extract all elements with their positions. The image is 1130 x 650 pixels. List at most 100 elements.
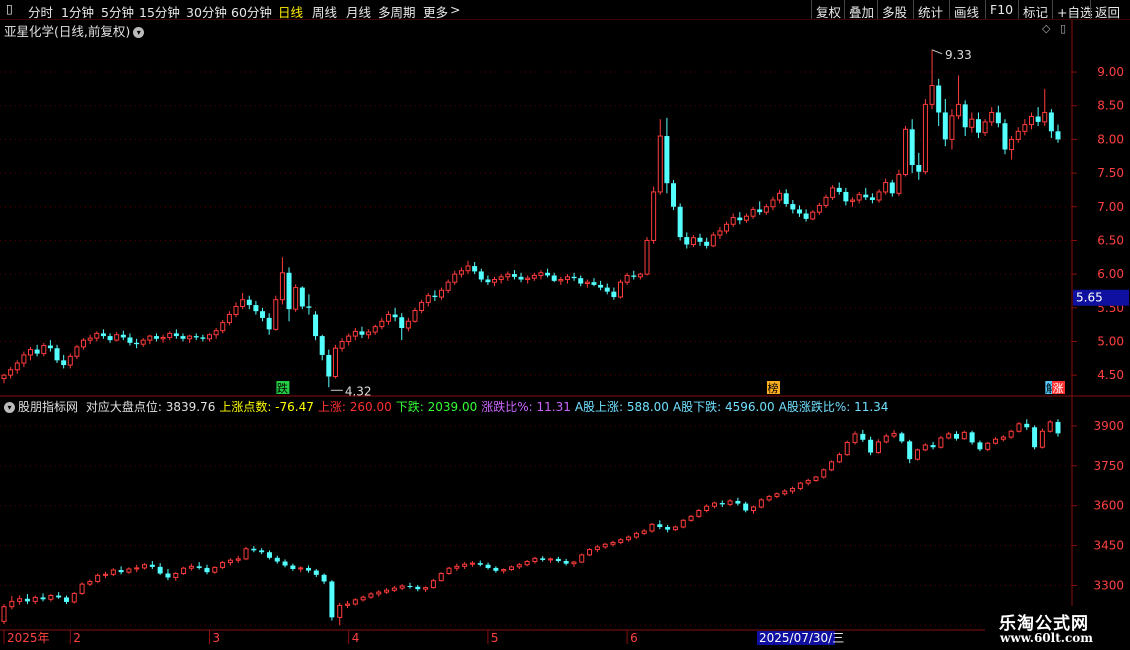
price-candle-body — [969, 118, 975, 128]
index-candle-body — [266, 552, 272, 558]
index-candle-body — [181, 567, 187, 574]
price-candle-body — [286, 272, 292, 310]
price-candle-body — [704, 241, 710, 246]
index-candle-body — [1055, 421, 1061, 434]
index-candle-body — [665, 526, 671, 530]
price-candle-body — [558, 279, 564, 282]
price-candle-body — [452, 273, 458, 283]
index-candle-body — [399, 585, 405, 589]
price-candle-body — [14, 362, 20, 371]
price-candle-body — [279, 272, 285, 301]
index-candle-body — [727, 500, 733, 505]
price-candle-body — [253, 305, 259, 312]
price-candle-body — [909, 129, 915, 166]
price-candle-body — [359, 331, 365, 335]
price-candle-body — [1002, 123, 1008, 150]
index-tick-label: 3300 — [1093, 578, 1124, 592]
index-candle-body — [477, 563, 483, 565]
price-candle-body — [81, 339, 87, 348]
price-candle-body — [1028, 116, 1034, 126]
price-candle-body — [180, 336, 186, 339]
index-candle-body — [79, 583, 85, 594]
index-candle-body — [540, 558, 546, 560]
price-tick-label: 4.50 — [1097, 368, 1124, 382]
price-candle-body — [664, 136, 670, 184]
price-candle-body — [432, 295, 438, 298]
index-candle-body — [1047, 421, 1053, 432]
price-candle-body — [578, 278, 584, 284]
price-candle-body — [260, 311, 266, 318]
price-tick-label: 5.00 — [1097, 334, 1124, 348]
index-candle-body — [430, 580, 436, 589]
price-candle-body — [273, 299, 279, 330]
price-candle-body — [1015, 130, 1021, 140]
price-candle-body — [114, 334, 120, 341]
price-tick-label: 7.00 — [1097, 200, 1124, 214]
index-candle-body — [384, 589, 390, 593]
price-candle-body — [876, 191, 882, 201]
price-candle-body — [511, 274, 517, 277]
price-candle-body — [869, 197, 875, 201]
price-candle-body — [803, 213, 809, 219]
price-tick-label: 8.50 — [1097, 99, 1124, 113]
index-candle-body — [251, 548, 257, 551]
event-marker-榜: 榜 — [767, 381, 778, 395]
index-candle-body — [149, 564, 155, 567]
index-candle-body — [751, 506, 757, 511]
price-candle-body — [167, 332, 173, 338]
index-candle-body — [852, 433, 858, 443]
price-candle-body — [34, 349, 40, 354]
price-candle-body — [246, 299, 252, 306]
index-candle-body — [626, 536, 632, 541]
index-candle-body — [1024, 423, 1030, 428]
price-candle-body — [796, 209, 802, 214]
index-tick-label: 3750 — [1093, 459, 1124, 473]
price-candle-body — [94, 332, 100, 339]
index-candle-body — [485, 564, 491, 568]
index-candle-body — [930, 445, 936, 448]
price-candle-body — [392, 314, 398, 318]
index-candle-body — [290, 565, 296, 569]
price-candle-body — [240, 299, 246, 307]
event-marker-涨: 涨 — [1053, 382, 1064, 395]
index-candle-body — [797, 482, 803, 489]
date-highlight-label: 2025/07/30/三 — [759, 631, 844, 645]
index-candle-body — [790, 487, 796, 492]
price-candle-body — [134, 342, 140, 345]
index-candle-body — [95, 574, 101, 582]
index-candle-body — [805, 479, 811, 484]
price-candle-body — [266, 317, 272, 330]
index-candle-body — [227, 559, 233, 564]
high-price-label: 9.33 — [945, 48, 972, 62]
kline-chart[interactable]: 9.008.508.007.507.006.506.005.505.004.50… — [0, 0, 1130, 650]
index-candle-body — [102, 573, 108, 576]
price-candle-body — [830, 187, 836, 198]
price-candle-body — [1, 374, 7, 380]
price-candle-body — [763, 206, 769, 213]
price-candle-body — [313, 314, 319, 337]
price-candle-body — [147, 335, 153, 341]
price-candle-body — [200, 337, 206, 339]
price-candle-body — [1022, 124, 1028, 132]
index-candle-body — [423, 587, 429, 590]
index-candle-body — [977, 442, 983, 450]
price-candle-body — [306, 306, 312, 308]
price-candle-body — [1009, 138, 1015, 151]
price-candle-body — [220, 322, 226, 332]
index-candle-body — [1016, 423, 1022, 432]
price-candle-body — [339, 340, 345, 349]
price-candle-body — [989, 111, 995, 123]
index-candle-body — [298, 567, 304, 570]
price-candle-body — [657, 135, 663, 193]
index-candle-body — [32, 596, 38, 602]
index-candle-body — [532, 557, 538, 563]
price-candle-body — [366, 331, 372, 336]
index-candle-body — [313, 570, 319, 575]
price-candle-body — [637, 273, 643, 278]
price-candle-body — [326, 354, 332, 377]
index-candle-body — [719, 503, 725, 505]
price-candle-body — [737, 217, 743, 221]
index-candle-body — [633, 532, 639, 538]
index-candle-body — [337, 604, 343, 618]
price-tick-label: 9.00 — [1097, 65, 1124, 79]
